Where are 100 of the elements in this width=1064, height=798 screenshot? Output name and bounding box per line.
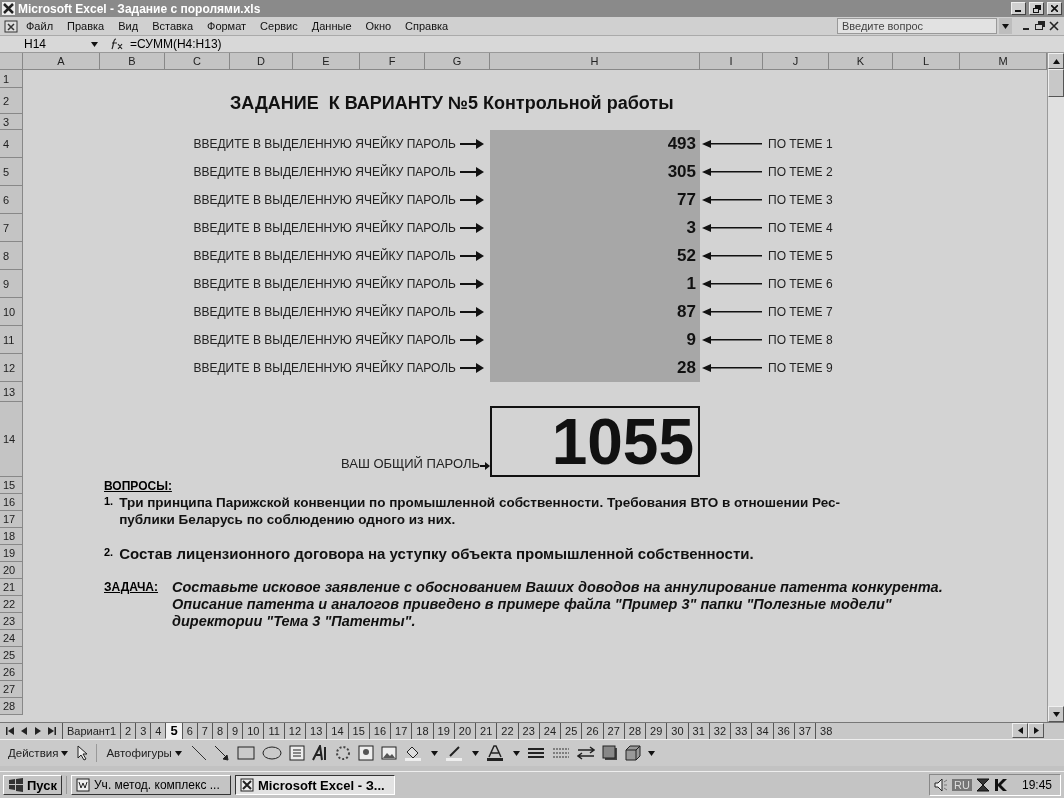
row-header[interactable]: 18 [0, 528, 23, 545]
wordart-icon[interactable] [311, 745, 328, 761]
help-search-field[interactable]: Введите вопрос [837, 18, 997, 34]
tab-scroll-right-button[interactable] [1028, 723, 1044, 738]
row-header[interactable]: 14 [0, 402, 23, 477]
row-header[interactable]: 7 [0, 214, 23, 242]
row-header[interactable]: 3 [0, 114, 23, 130]
restore-icon[interactable] [1034, 21, 1046, 31]
row-header[interactable]: 4 [0, 130, 23, 158]
line-style-icon[interactable] [526, 745, 545, 761]
insert-picture-icon[interactable] [380, 745, 397, 761]
speaker-icon[interactable] [934, 778, 949, 792]
row-header[interactable]: 16 [0, 494, 23, 511]
scroll-down-button[interactable] [1048, 706, 1064, 722]
fill-color-icon[interactable] [403, 745, 424, 761]
row-header[interactable]: 28 [0, 698, 23, 715]
column-header[interactable]: J [763, 53, 829, 70]
next-sheet-button[interactable] [34, 727, 42, 735]
password-cell[interactable]: 9 [490, 326, 700, 354]
row-header[interactable]: 17 [0, 511, 23, 528]
column-header[interactable]: M [960, 53, 1047, 70]
password-cell[interactable]: 28 [490, 354, 700, 382]
menu-item[interactable]: Вставка [146, 19, 199, 33]
close-button[interactable] [1047, 2, 1062, 15]
row-header[interactable]: 5 [0, 158, 23, 186]
start-button[interactable]: Пуск [3, 775, 62, 795]
arrow-style-icon[interactable] [576, 745, 595, 761]
autoshapes-menu-button[interactable]: Автофигуры [104, 747, 184, 759]
password-cell[interactable]: 305 [490, 158, 700, 186]
help-dropdown-button[interactable] [999, 18, 1012, 34]
column-header[interactable]: I [700, 53, 763, 70]
column-header[interactable]: K [829, 53, 893, 70]
total-password-cell[interactable]: 1055 [490, 406, 700, 477]
menu-item[interactable]: Данные [305, 19, 358, 33]
column-header[interactable]: A [23, 53, 100, 70]
menu-item[interactable]: Правка [61, 19, 111, 33]
menu-item[interactable]: Справка [399, 19, 455, 33]
row-header[interactable]: 25 [0, 647, 23, 664]
k-logo-icon[interactable] [993, 778, 1008, 792]
row-header[interactable]: 24 [0, 630, 23, 647]
menu-item[interactable]: Вид [112, 19, 145, 33]
password-cell[interactable]: 493 [490, 130, 700, 158]
text-box-icon[interactable] [288, 745, 305, 761]
tab-scroll-left-button[interactable] [1012, 723, 1028, 738]
menu-item[interactable]: Формат [201, 19, 253, 33]
row-header[interactable]: 20 [0, 562, 23, 579]
row-header[interactable]: 12 [0, 354, 23, 382]
diagram-icon[interactable] [334, 745, 351, 761]
row-header[interactable]: 10 [0, 298, 23, 326]
restore-button[interactable] [1029, 2, 1044, 15]
row-header[interactable]: 26 [0, 664, 23, 681]
column-header[interactable]: G [425, 53, 490, 70]
pointer-icon[interactable] [77, 745, 90, 761]
column-header[interactable]: C [165, 53, 230, 70]
row-header[interactable]: 22 [0, 596, 23, 613]
hourglass-icon[interactable] [975, 778, 990, 792]
menu-item[interactable]: Сервис [254, 19, 304, 33]
row-header[interactable]: 9 [0, 270, 23, 298]
password-cell[interactable]: 52 [490, 242, 700, 270]
line-color-icon[interactable] [444, 745, 465, 761]
row-header[interactable]: 27 [0, 681, 23, 698]
first-sheet-button[interactable] [6, 727, 14, 735]
3d-style-icon[interactable] [624, 745, 641, 761]
shadow-style-icon[interactable] [601, 745, 618, 761]
arrow-icon[interactable] [213, 745, 230, 761]
menu-item[interactable]: Окно [359, 19, 398, 33]
sheet-tab[interactable]: 5 [165, 723, 182, 739]
font-color-icon[interactable] [485, 745, 506, 761]
taskbar-window-button[interactable]: Microsoft Excel - З... [235, 775, 395, 795]
row-header[interactable]: 19 [0, 545, 23, 562]
taskbar-window-button[interactable]: Уч. метод. комплекс ... [71, 775, 231, 795]
column-header[interactable]: L [893, 53, 960, 70]
column-header[interactable]: B [100, 53, 165, 70]
formula-field[interactable]: =СУММ(H4:H13) [130, 37, 222, 51]
rectangle-icon[interactable] [236, 745, 255, 761]
close-icon[interactable] [1048, 21, 1060, 31]
scroll-thumb[interactable] [1048, 69, 1064, 97]
name-box[interactable]: H14 [0, 36, 110, 52]
row-header[interactable]: 15 [0, 477, 23, 494]
password-cell[interactable]: 87 [490, 298, 700, 326]
previous-sheet-button[interactable] [20, 727, 28, 735]
clip-art-icon[interactable] [357, 745, 374, 761]
actions-menu-button[interactable]: Действия [6, 747, 71, 759]
row-header[interactable]: 6 [0, 186, 23, 214]
minimize-button[interactable] [1011, 2, 1026, 15]
password-cell[interactable]: 3 [490, 214, 700, 242]
column-header[interactable]: D [230, 53, 293, 70]
column-header[interactable]: F [360, 53, 425, 70]
row-header[interactable]: 23 [0, 613, 23, 630]
row-header[interactable]: 21 [0, 579, 23, 596]
row-header[interactable]: 2 [0, 88, 23, 114]
column-header[interactable]: E [293, 53, 360, 70]
password-cell[interactable]: 77 [490, 186, 700, 214]
scroll-up-button[interactable] [1048, 53, 1064, 69]
row-header[interactable]: 1 [0, 70, 23, 88]
row-header[interactable]: 13 [0, 382, 23, 402]
column-header[interactable]: H [490, 53, 700, 70]
line-icon[interactable] [190, 745, 207, 761]
menu-item[interactable]: Файл [20, 19, 60, 33]
oval-icon[interactable] [261, 745, 282, 761]
